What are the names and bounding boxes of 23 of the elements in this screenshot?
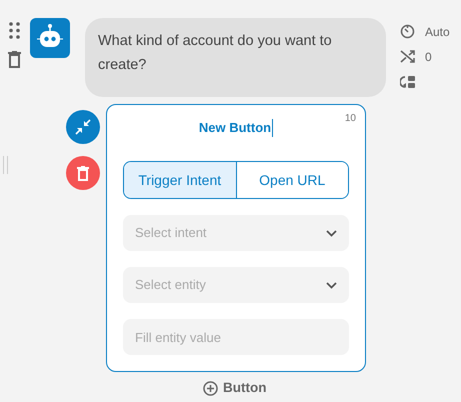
action-tab[interactable]: Trigger Intent [124, 162, 236, 198]
message-bubble[interactable]: What kind of account do you want to create? [85, 18, 386, 97]
timer-icon [400, 24, 415, 39]
delete-icon [77, 166, 89, 180]
action-tab[interactable]: Open URL [236, 162, 348, 198]
chevron-down-icon [326, 282, 337, 288]
collapse-icon [75, 119, 91, 135]
delete-icon[interactable] [8, 51, 20, 68]
plus-circle-icon [203, 380, 218, 396]
collapse-button[interactable] [66, 110, 100, 144]
setting-value: Auto [425, 24, 450, 40]
character-counter: 10 [344, 112, 356, 126]
resize-handle[interactable] [3, 156, 8, 174]
chevron-down-icon [326, 230, 337, 236]
shuffle-icon [400, 49, 415, 64]
fallback-icon [400, 74, 416, 88]
text-input-field[interactable]: Fill entity value [123, 319, 349, 355]
add-button[interactable]: Button [203, 378, 266, 398]
drag-handle-icon[interactable] [8, 22, 20, 39]
delete-button[interactable] [66, 156, 100, 190]
bot-avatar [30, 18, 70, 58]
button-title-field[interactable]: New Button [198, 119, 274, 137]
setting-value: 0 [425, 48, 432, 66]
